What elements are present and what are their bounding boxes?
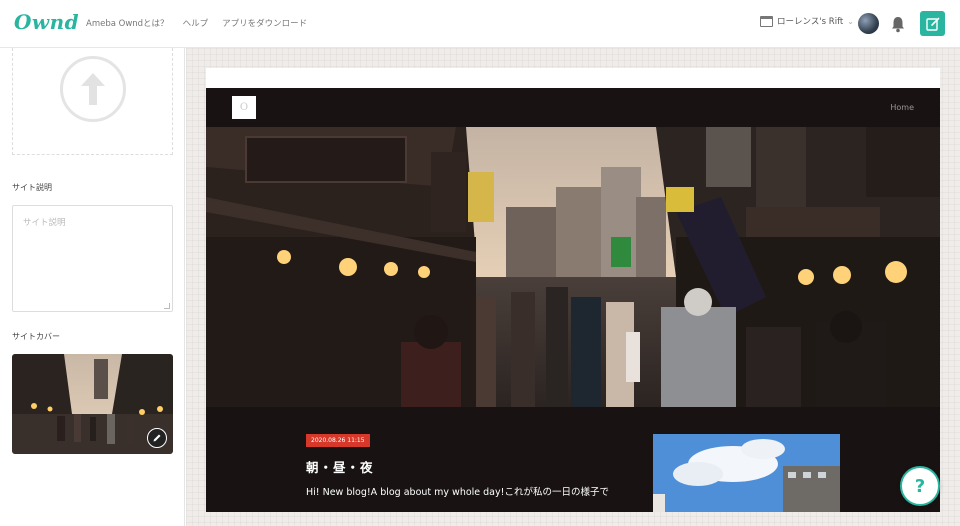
ownd-logo[interactable]: Ownd — [14, 10, 79, 34]
chevron-down-icon: ⌄ — [847, 16, 854, 26]
site-cover-thumbnail[interactable] — [12, 354, 173, 454]
upload-icon — [59, 56, 126, 122]
preview-area: O Home 2020.08.26 11:15 朝・昼・夜 Hi! New bl… — [186, 48, 960, 526]
blog-header: O Home — [206, 88, 940, 127]
post-title[interactable]: 朝・昼・夜 — [306, 457, 374, 476]
cover-edit-button[interactable] — [147, 428, 167, 448]
pencil-icon — [153, 434, 161, 442]
blog-page: O Home 2020.08.26 11:15 朝・昼・夜 Hi! New bl… — [206, 88, 940, 512]
nav-download-app[interactable]: アプリをダウンロード — [222, 17, 307, 29]
post-date-badge: 2020.08.26 11:15 — [306, 434, 370, 447]
edit-button[interactable] — [920, 11, 945, 36]
site-description-label: サイト説明 — [12, 183, 52, 192]
post-thumbnail[interactable] — [653, 434, 840, 512]
post-excerpt: Hi! New blog!A blog about my whole day!こ… — [306, 487, 609, 498]
edit-icon — [925, 17, 939, 31]
site-switcher[interactable]: ローレンス's Rift ⌄ — [760, 15, 854, 27]
nav-help[interactable]: ヘルプ — [183, 17, 209, 29]
help-button[interactable]: ? — [900, 466, 940, 506]
site-preview-frame: O Home 2020.08.26 11:15 朝・昼・夜 Hi! New bl… — [206, 68, 940, 512]
bell-icon[interactable] — [890, 15, 906, 33]
site-cover-label: サイトカバー — [12, 332, 60, 341]
site-name: ローレンス's Rift — [777, 17, 844, 27]
window-icon — [760, 15, 773, 27]
top-bar: Ownd Ameba Owndとは？ ヘルプ アプリをダウンロード ローレンス'… — [0, 0, 960, 48]
avatar[interactable] — [858, 13, 879, 34]
resize-handle[interactable] — [164, 303, 170, 309]
site-description-placeholder: サイト説明 — [23, 218, 66, 228]
hero-cover-image — [206, 127, 940, 407]
nav-about[interactable]: Ameba Owndとは？ — [86, 17, 169, 29]
site-description-field[interactable]: サイト説明 — [12, 205, 173, 312]
blog-logo[interactable]: O — [232, 96, 256, 119]
blog-nav-home[interactable]: Home — [890, 103, 914, 112]
logo-upload-area[interactable] — [12, 48, 173, 155]
top-nav: Ameba Owndとは？ ヘルプ アプリをダウンロード — [86, 17, 307, 29]
settings-sidebar: サイト説明 サイト説明 サイトカバー — [0, 48, 185, 526]
